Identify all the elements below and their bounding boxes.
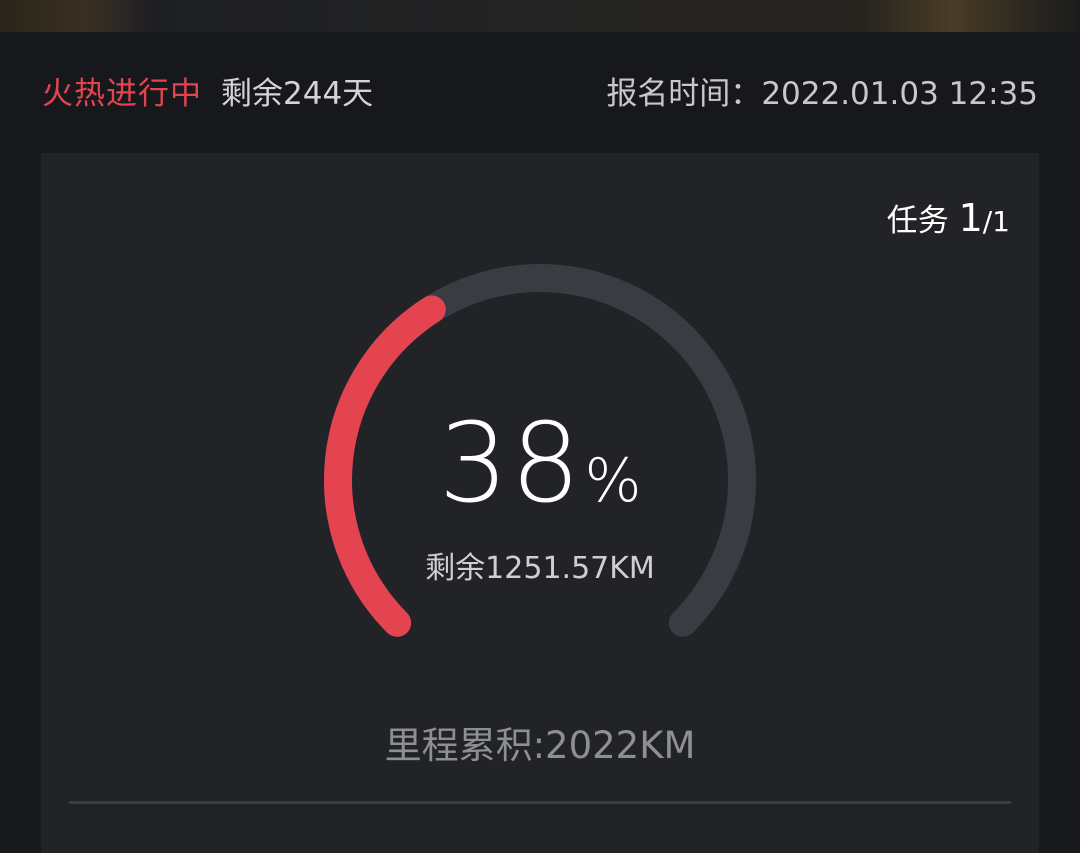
percent-unit: % (584, 446, 642, 516)
days-remaining: 剩余244天 (221, 76, 374, 112)
signup-label: 报名时间： (606, 76, 762, 112)
remaining-distance: 剩余1251.57KM (425, 551, 655, 586)
signup-time: 报名时间：2022.01.03 12:35 (606, 68, 1038, 113)
percent-value: 38 (438, 399, 583, 527)
progress-percent: 38% (41, 399, 1039, 527)
divider (69, 801, 1011, 804)
header-row: 火热进行中 剩余244天 报名时间：2022.01.03 12:35 (0, 62, 1080, 114)
top-banner-image (0, 0, 1080, 32)
signup-value: 2022.01.03 12:35 (761, 76, 1038, 112)
status-label: 火热进行中 (42, 76, 202, 112)
progress-card: 任务 1/1 38% 剩余1251.57KM 里程累积:2022KM (41, 153, 1039, 853)
accumulated-mileage: 里程累积:2022KM (384, 724, 696, 767)
